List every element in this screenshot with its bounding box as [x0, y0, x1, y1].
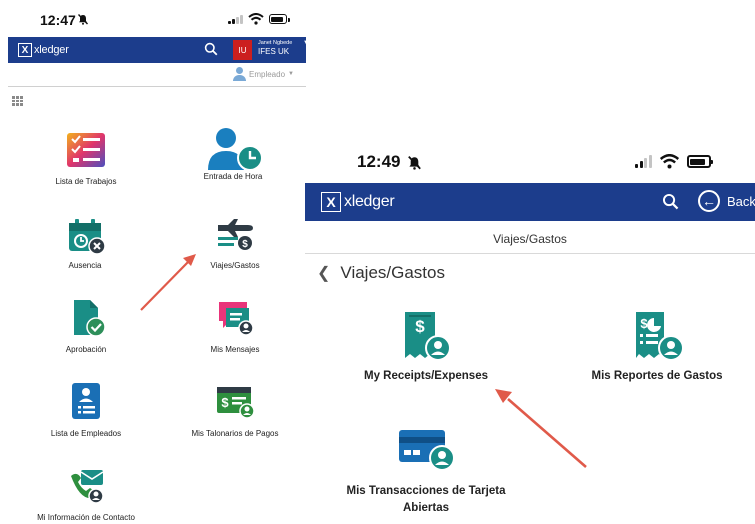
- status-bar: 12:47: [0, 5, 312, 35]
- status-indicators: [228, 13, 290, 25]
- wifi-icon: [247, 13, 264, 25]
- approval-document-icon: [74, 300, 106, 337]
- payslip-icon: $: [217, 387, 255, 419]
- breadcrumb-label: Viajes/Gastos: [340, 263, 445, 282]
- role-label: Empleado: [249, 69, 286, 79]
- status-time: 12:49: [357, 152, 401, 171]
- search-icon[interactable]: [662, 193, 679, 210]
- battery-icon: [686, 155, 713, 168]
- tile-label: Ausencia: [68, 261, 102, 270]
- status-indicators: [635, 154, 713, 169]
- tile-label-line-2: Abiertas: [402, 502, 450, 514]
- tile-label: Viajes/Gastos: [210, 261, 260, 270]
- receipt-icon: $: [405, 312, 451, 361]
- contact-info-icon: [71, 470, 104, 504]
- app-header: X xledger ← Back: [305, 183, 755, 221]
- chevron-left-icon: ❮: [317, 265, 331, 282]
- tile-label: Mis Reportes de Gastos: [591, 370, 723, 382]
- app-header: X xledger IU Janet Ngbede IFES UK ▼: [8, 37, 309, 63]
- tile-label: Mis Talonarios de Pagos: [191, 429, 279, 438]
- search-icon[interactable]: [204, 42, 218, 56]
- user-avatar[interactable]: IU: [233, 40, 252, 60]
- back-arrow-icon: ←: [698, 190, 720, 212]
- logo-mark-icon: X: [321, 192, 341, 212]
- user-name: Janet Ngbede: [258, 40, 293, 46]
- xledger-logo[interactable]: X xledger: [18, 43, 69, 57]
- person-icon: [233, 67, 246, 81]
- tile-label: Lista de Trabajos: [55, 177, 117, 186]
- card-transactions-icon: [399, 430, 455, 471]
- tile-label: Lista de Empleados: [50, 429, 122, 438]
- tile-label-line-1: Mis Transacciones de Tarjeta: [346, 485, 506, 497]
- status-bar: 12:49: [305, 147, 755, 177]
- silent-bell-icon: [78, 14, 88, 25]
- left-phone-screen: 12:47 X xledger IU Janet Ngbede IFES UK …: [0, 0, 312, 524]
- user-menu[interactable]: Janet Ngbede IFES UK ▼: [258, 40, 309, 56]
- tile-label: Mi Información de Contacto: [37, 513, 135, 522]
- tile-label: Aprobación: [65, 345, 107, 354]
- signal-icon: [228, 14, 243, 24]
- time-entry-icon: [208, 128, 263, 171]
- battery-icon: [268, 14, 290, 24]
- chevron-down-icon: ▼: [288, 71, 294, 77]
- status-time: 12:47: [40, 12, 76, 28]
- breadcrumb[interactable]: ❮ Viajes/Gastos: [317, 263, 445, 283]
- divider: [8, 86, 306, 87]
- logo-mark-icon: X: [18, 43, 32, 57]
- tile-label: Entrada de Hora: [203, 172, 263, 181]
- employee-list-icon: [72, 383, 100, 419]
- travel-expense-icon: $: [218, 219, 253, 250]
- right-phone-screen: 12:49 X xledger ← Back Viajes/Gastos ❮ V…: [305, 135, 755, 524]
- xledger-logo[interactable]: X xledger: [321, 192, 395, 212]
- absence-calendar-icon: [69, 219, 106, 254]
- signal-icon: [635, 155, 652, 168]
- messages-icon: [219, 302, 254, 336]
- chevron-down-icon: ▼: [303, 40, 309, 46]
- task-list-icon: [67, 133, 105, 167]
- divider: [305, 253, 755, 254]
- tile-label: My Receipts/Expenses: [363, 370, 489, 382]
- back-button[interactable]: ← Back: [698, 190, 755, 212]
- role-selector[interactable]: Empleado ▼: [233, 67, 294, 81]
- svg-text:$: $: [415, 317, 425, 336]
- grid-view-icon[interactable]: [12, 96, 23, 106]
- silent-bell-icon: [408, 156, 421, 170]
- svg-text:$: $: [221, 395, 229, 410]
- svg-text:$: $: [640, 316, 648, 331]
- user-org: IFES UK: [258, 47, 290, 56]
- page-title: Viajes/Gastos: [493, 232, 567, 246]
- tile-label: Mis Mensajes: [210, 345, 260, 354]
- svg-text:$: $: [242, 239, 248, 250]
- wifi-icon: [659, 154, 679, 169]
- expense-report-icon: $: [636, 312, 684, 361]
